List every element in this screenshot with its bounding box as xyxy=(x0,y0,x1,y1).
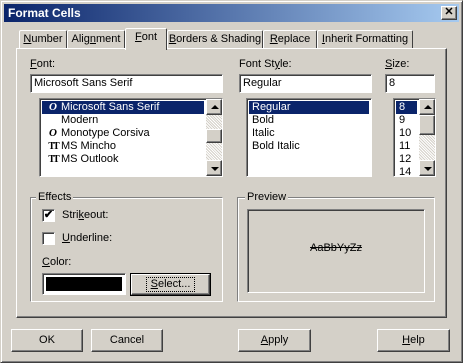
scroll-down-button[interactable] xyxy=(206,160,222,176)
font-list-item[interactable]: O Monotype Corsiva xyxy=(42,127,204,140)
size-label: Size: xyxy=(385,58,410,70)
select-color-button[interactable]: Select... xyxy=(130,273,211,296)
checkmark-icon: ✔ xyxy=(43,209,54,221)
help-button[interactable]: Help xyxy=(377,329,450,352)
font-list-item[interactable]: O Microsoft Sans Serif xyxy=(42,101,204,114)
strikeout-checkbox[interactable]: ✔ xyxy=(42,209,55,222)
preview-box: AaBbYyZz xyxy=(247,209,425,293)
scroll-down-button[interactable] xyxy=(419,160,435,176)
tab-replace[interactable]: Replace xyxy=(263,30,317,49)
close-button[interactable]: ✕ xyxy=(441,6,457,20)
font-list-item[interactable]: TT MS Outlook xyxy=(42,153,204,166)
format-cells-dialog: Format Cells ✕ Number Alignment Font Bor… xyxy=(0,0,463,363)
size-list-item[interactable]: 12 xyxy=(396,153,417,166)
font-style-item[interactable]: Bold Italic xyxy=(249,140,369,153)
truetype-icon: TT xyxy=(48,154,59,165)
tab-font[interactable]: Font xyxy=(125,28,167,50)
size-list-scrollbar[interactable] xyxy=(419,99,435,176)
strikeout-label[interactable]: Strikeout: xyxy=(62,209,108,221)
title-bar[interactable]: Format Cells ✕ xyxy=(4,4,459,22)
tab-borders-shading[interactable]: Borders & Shading xyxy=(167,30,263,49)
font-style-item[interactable]: Regular xyxy=(249,101,369,114)
scroll-up-button[interactable] xyxy=(206,99,222,115)
font-style-item[interactable]: Bold xyxy=(249,114,369,127)
size-list[interactable]: 8 9 10 11 12 14 xyxy=(393,98,436,177)
scroll-thumb[interactable] xyxy=(206,129,222,143)
opentype-icon: O xyxy=(49,127,57,139)
opentype-icon: O xyxy=(49,101,57,113)
color-swatch-frame xyxy=(42,273,126,295)
size-list-item[interactable]: 11 xyxy=(396,140,417,153)
cancel-button[interactable]: Cancel xyxy=(91,329,163,352)
truetype-icon: TT xyxy=(48,141,59,152)
font-style-item[interactable]: Italic xyxy=(249,127,369,140)
size-list-item[interactable]: 14 xyxy=(396,166,417,176)
color-label: Color: xyxy=(42,256,72,268)
font-tab-panel: Font: Microsoft Sans Serif O Microsoft Sa… xyxy=(16,48,447,318)
font-list-item[interactable]: Modern xyxy=(42,114,204,127)
font-list-item[interactable]: TT MS Mincho xyxy=(42,140,204,153)
arrow-down-icon xyxy=(424,167,432,171)
scroll-thumb[interactable] xyxy=(419,115,435,135)
font-style-input[interactable]: Regular xyxy=(239,74,372,93)
arrow-up-icon xyxy=(211,105,219,109)
font-label: Font: xyxy=(30,58,56,70)
font-name-input[interactable]: Microsoft Sans Serif xyxy=(30,74,223,93)
font-list-scrollbar[interactable] xyxy=(206,99,222,176)
color-swatch[interactable] xyxy=(46,277,122,291)
font-style-label: Font Style: xyxy=(239,58,292,70)
size-input[interactable]: 8 xyxy=(385,74,435,93)
size-list-item[interactable]: 9 xyxy=(396,114,417,127)
underline-label[interactable]: Underline: xyxy=(62,232,112,244)
tab-number[interactable]: Number xyxy=(19,30,67,49)
tab-inherit-formatting[interactable]: Inherit Formatting xyxy=(317,30,413,49)
font-style-list[interactable]: Regular Bold Italic Bold Italic xyxy=(246,98,372,177)
preview-sample-text: AaBbYyZz xyxy=(310,242,362,254)
preview-group-title: Preview xyxy=(245,191,289,203)
effects-group-title: Effects xyxy=(36,191,74,203)
select-color-label: Select... xyxy=(143,274,199,295)
font-list[interactable]: O Microsoft Sans Serif Modern O Monotype C… xyxy=(39,98,223,177)
tab-alignment[interactable]: Alignment xyxy=(67,30,125,49)
size-list-item[interactable]: 8 xyxy=(396,101,417,114)
apply-button[interactable]: Apply xyxy=(238,329,311,352)
underline-checkbox[interactable] xyxy=(42,232,55,245)
scroll-up-button[interactable] xyxy=(419,99,435,115)
close-icon: ✕ xyxy=(444,6,454,18)
ok-button[interactable]: OK xyxy=(11,329,83,352)
size-list-item[interactable]: 10 xyxy=(396,127,417,140)
dialog-title: Format Cells xyxy=(8,6,81,20)
arrow-up-icon xyxy=(424,105,432,109)
arrow-down-icon xyxy=(211,167,219,171)
